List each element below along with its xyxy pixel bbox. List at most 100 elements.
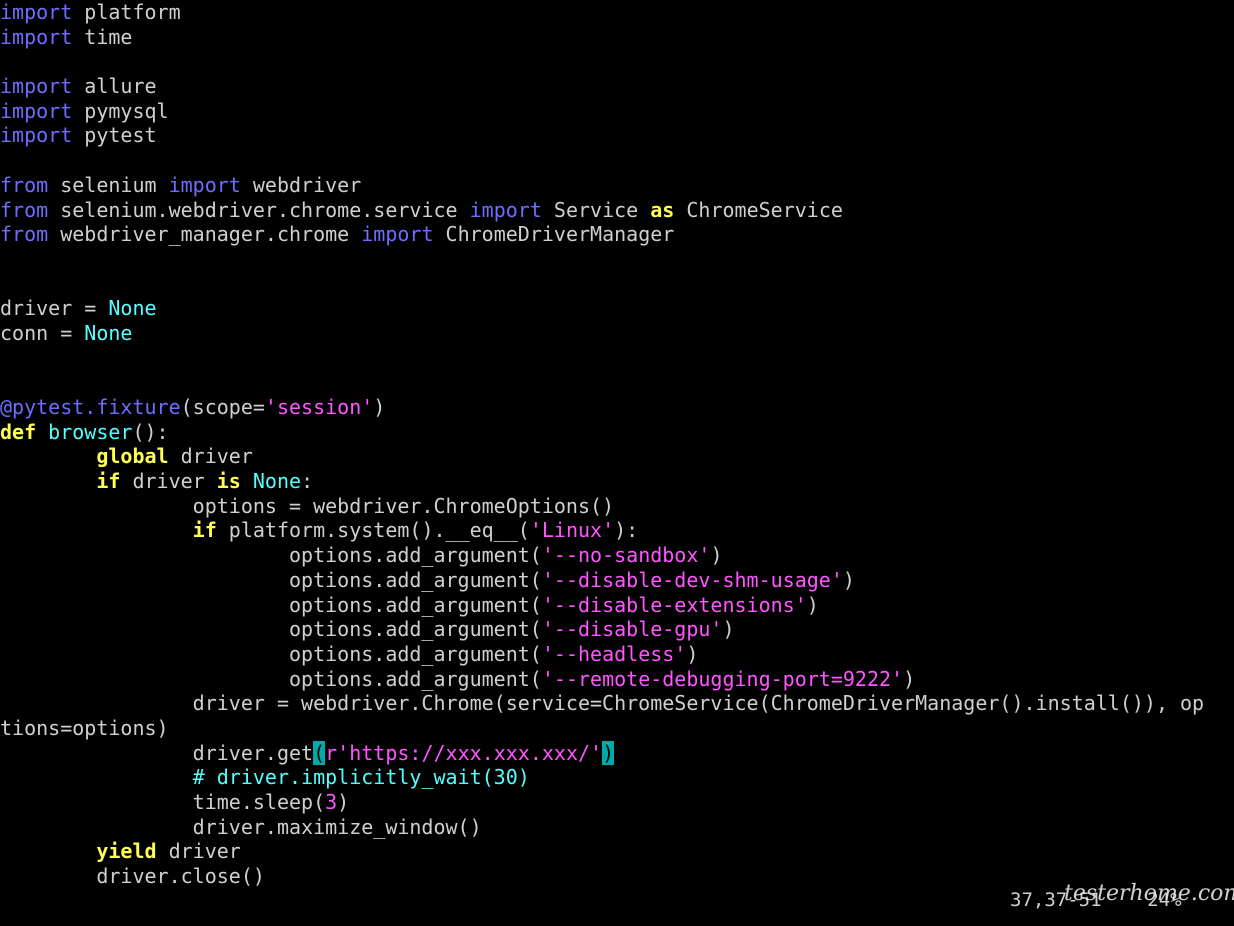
- code-line[interactable]: import pymysql: [0, 99, 1234, 124]
- code-line[interactable]: options.add_argument('--disable-gpu'): [0, 617, 1234, 642]
- code-line[interactable]: [0, 370, 1234, 395]
- code-token: None: [108, 296, 157, 321]
- code-token: import: [469, 197, 542, 222]
- code-line[interactable]: if driver is None:: [0, 469, 1234, 494]
- code-token: driver.close(): [0, 864, 265, 889]
- code-token: driver.maximize_window(): [0, 814, 482, 839]
- code-line[interactable]: options.add_argument('--remote-debugging…: [0, 667, 1234, 692]
- code-line[interactable]: time.sleep(3): [0, 790, 1234, 815]
- code-line[interactable]: options = webdriver.ChromeOptions(): [0, 494, 1234, 519]
- code-token: ):: [614, 518, 639, 543]
- code-token: '--remote-debugging-port=9222': [541, 666, 904, 691]
- code-line[interactable]: driver.get(r'https://xxx.xxx.xxx/'): [0, 740, 1234, 766]
- code-line[interactable]: driver = webdriver.Chrome(service=Chrome…: [0, 691, 1234, 716]
- code-token: driver: [120, 469, 217, 494]
- code-token: webdriver_manager.chrome: [48, 222, 362, 247]
- code-line[interactable]: # driver.implicitly_wait(30): [0, 765, 1234, 790]
- code-token: @pytest.fixture: [0, 395, 181, 419]
- code-token: options.add_argument(: [0, 592, 542, 617]
- code-line[interactable]: from selenium.webdriver.chrome.service i…: [0, 198, 1234, 223]
- code-line[interactable]: [0, 49, 1234, 74]
- code-token: if: [96, 469, 121, 494]
- code-token: (: [313, 740, 326, 765]
- code-line[interactable]: global driver: [0, 444, 1234, 469]
- code-line[interactable]: options.add_argument('--no-sandbox'): [0, 543, 1234, 568]
- code-token: global: [96, 444, 169, 469]
- code-token: import: [0, 24, 73, 49]
- code-token: 'Linux': [529, 518, 615, 543]
- code-token: 'session': [264, 395, 374, 419]
- code-line[interactable]: [0, 148, 1234, 173]
- code-token: driver: [156, 839, 241, 864]
- code-token: selenium: [48, 172, 169, 197]
- code-line[interactable]: driver = None: [0, 296, 1234, 321]
- code-line[interactable]: [0, 346, 1234, 371]
- code-token: # driver.implicitly_wait(30): [192, 765, 530, 790]
- code-token: ():: [132, 419, 169, 444]
- code-line[interactable]: if platform.system().__eq__('Linux'):: [0, 518, 1234, 543]
- code-token: import: [0, 74, 73, 99]
- code-token: import: [0, 123, 73, 148]
- code-token: import: [0, 98, 73, 123]
- code-token: :: [301, 469, 314, 494]
- code-token: from: [0, 222, 49, 247]
- code-line[interactable]: @pytest.fixture(scope='session'): [0, 395, 1234, 420]
- code-line[interactable]: driver.close(): [0, 864, 1234, 889]
- code-line[interactable]: [0, 272, 1234, 297]
- code-line[interactable]: tions=options): [0, 716, 1234, 741]
- code-token: platform.system().__eq__(: [216, 518, 530, 543]
- code-token: webdriver: [240, 172, 362, 197]
- code-line[interactable]: import allure: [0, 74, 1234, 99]
- code-line[interactable]: driver.maximize_window(): [0, 815, 1234, 840]
- code-token: Service: [541, 197, 651, 222]
- code-line[interactable]: options.add_argument('--headless'): [0, 642, 1234, 667]
- code-token: driver.get: [0, 740, 314, 765]
- code-token: '--disable-extensions': [541, 592, 807, 617]
- code-token: pytest: [72, 123, 157, 148]
- code-token: None: [252, 469, 302, 494]
- code-token: conn =: [0, 320, 85, 345]
- code-token: import: [168, 172, 241, 197]
- code-token: ): [337, 790, 350, 814]
- code-token: ): [842, 567, 855, 592]
- code-line[interactable]: [0, 247, 1234, 272]
- code-token: selenium.webdriver.chrome.service: [48, 197, 470, 222]
- code-line[interactable]: options.add_argument('--disable-dev-shm-…: [0, 568, 1234, 593]
- code-line[interactable]: import time: [0, 25, 1234, 50]
- code-token: '--headless': [541, 641, 687, 666]
- code-line[interactable]: import pytest: [0, 123, 1234, 148]
- code-line[interactable]: def browser():: [0, 420, 1234, 445]
- code-line[interactable]: from selenium import webdriver: [0, 173, 1234, 198]
- code-token: ChromeService: [674, 197, 843, 222]
- code-token: 3: [325, 790, 338, 814]
- code-token: r'https://xxx.xxx.xxx/': [325, 740, 603, 765]
- code-token: allure: [72, 74, 157, 99]
- code-token: from: [0, 172, 49, 197]
- code-token: driver: [168, 444, 253, 469]
- code-line[interactable]: yield driver: [0, 839, 1234, 864]
- code-line[interactable]: conn = None: [0, 321, 1234, 346]
- code-token: ): [602, 740, 615, 765]
- code-line[interactable]: options.add_argument('--disable-extensio…: [0, 593, 1234, 618]
- code-token: yield: [96, 839, 157, 864]
- code-token: options.add_argument(: [0, 617, 542, 642]
- code-token: options = webdriver.ChromeOptions(): [0, 493, 615, 518]
- code-token: time.sleep(: [0, 790, 326, 814]
- vim-editor-buffer[interactable]: import platform import time import allure…: [0, 0, 1234, 926]
- code-line[interactable]: import platform: [0, 0, 1234, 25]
- code-token: time: [72, 24, 133, 49]
- code-token: browser: [48, 419, 133, 444]
- code-token: ): [686, 641, 699, 666]
- code-token: ): [710, 543, 723, 568]
- code-token: ): [806, 592, 819, 617]
- code-line[interactable]: from webdriver_manager.chrome import Chr…: [0, 222, 1234, 247]
- watermark-logo: testerhome.com: [1064, 881, 1234, 906]
- code-token: driver =: [0, 296, 109, 321]
- code-token: if: [192, 518, 217, 543]
